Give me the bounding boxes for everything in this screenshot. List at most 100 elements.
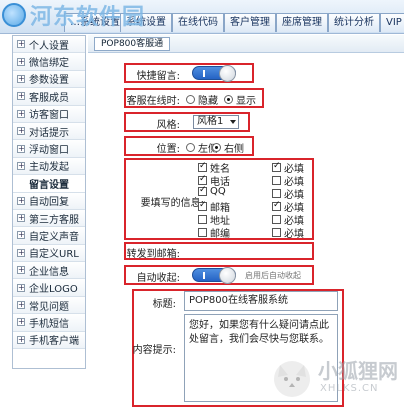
field-qq[interactable]: QQ xyxy=(198,185,226,198)
tab-online-code[interactable]: 在线代码 xyxy=(172,13,224,32)
sidebar-item-personal[interactable]: + 个人设置 xyxy=(13,36,85,54)
tab-customer-management[interactable]: 客户管理 xyxy=(224,13,276,32)
sidebar-item-message-settings[interactable]: 留言设置 xyxy=(13,175,85,193)
sidebar-item-proactive[interactable]: + 主动发起 xyxy=(13,157,85,176)
watermark: 小狐狸网 XHLKS.CN xyxy=(270,349,400,409)
required-zip-checkbox[interactable] xyxy=(272,228,281,237)
option-right[interactable]: 右侧 xyxy=(212,140,244,155)
auto-collapse-label: 自动收起: xyxy=(136,273,180,284)
top-nav-bar: …系统设置 系统设置 在线代码 客户管理 座席管理 统计分析 VIP 河东软件园 xyxy=(0,0,404,34)
tab-seat-management[interactable]: 座席管理 xyxy=(276,13,328,32)
field-zip[interactable]: 邮编 xyxy=(198,225,230,240)
toggle-knob xyxy=(219,267,236,284)
sidebar-item-label: 客服成员 xyxy=(29,92,69,104)
required-phone-checkbox[interactable] xyxy=(272,176,281,185)
quick-message-toggle[interactable] xyxy=(192,65,236,82)
sidebar-item-label: 微信绑定 xyxy=(29,58,69,70)
expand-icon[interactable]: + xyxy=(17,318,25,327)
title-input[interactable]: POP800在线客服系统 xyxy=(184,291,338,311)
forward-email-label: 转发到邮箱: xyxy=(126,249,180,260)
sidebar-item-label: 留言设置 xyxy=(29,179,69,191)
sidebar-item-params[interactable]: + 参数设置 xyxy=(13,70,85,89)
toggle-knob xyxy=(219,65,236,82)
sidebar-item-faq[interactable]: + 常见问题 xyxy=(13,296,85,315)
sidebar-item-chat-prompt[interactable]: + 对话提示 xyxy=(13,122,85,141)
sidebar-item-company-info[interactable]: + 企业信息 xyxy=(13,262,85,280)
sidebar-item-visitor-window[interactable]: + 访客窗口 xyxy=(13,105,85,123)
sidebar-item-sms[interactable]: + 手机短信 xyxy=(13,314,85,332)
sidebar-item-mobile-client[interactable]: + 手机客户端 xyxy=(13,331,85,350)
toggle-on-mark xyxy=(203,70,205,77)
expand-icon[interactable]: + xyxy=(17,92,25,101)
sidebar-item-label: 常见问题 xyxy=(29,301,69,313)
option-show[interactable]: 显示 xyxy=(224,92,256,107)
expand-icon[interactable]: + xyxy=(17,40,25,49)
expand-icon[interactable]: + xyxy=(17,248,25,257)
field-qq-checkbox[interactable] xyxy=(198,185,207,196)
expand-icon[interactable]: + xyxy=(17,144,25,153)
tab-vip[interactable]: VIP xyxy=(380,13,404,32)
required-address-checkbox[interactable] xyxy=(272,215,281,224)
field-phone-checkbox[interactable] xyxy=(198,174,207,185)
expand-icon[interactable]: + xyxy=(17,301,25,310)
required-qq-checkbox[interactable] xyxy=(272,189,281,198)
sidebar-item-label: 个人设置 xyxy=(29,40,69,52)
radio-hide[interactable] xyxy=(186,95,195,104)
quick-message-label: 快捷留言: xyxy=(136,71,180,82)
expand-icon[interactable]: + xyxy=(17,196,25,205)
field-name-checkbox[interactable] xyxy=(198,161,207,172)
style-select-value: 风格1 xyxy=(197,116,224,127)
radio-left[interactable] xyxy=(186,143,195,152)
logo-icon xyxy=(2,3,26,27)
sidebar-item-label: 手机客户端 xyxy=(29,336,79,348)
sidebar-item-label: 企业信息 xyxy=(29,266,69,278)
auto-collapse-hint: 启用后自动收起 xyxy=(245,271,301,280)
expand-icon[interactable]: + xyxy=(17,283,25,292)
expand-icon[interactable]: + xyxy=(17,266,25,275)
breadcrumb[interactable]: POP800客服通 xyxy=(94,37,171,51)
watermark-text: 小狐狸网 xyxy=(318,359,398,383)
watermark-url: XHLKS.CN xyxy=(320,383,379,394)
settings-sidebar: + 个人设置 + 微信绑定 + 参数设置 + 客服成员 + 访客窗口 + 对话提示 + 浮动窗… xyxy=(12,35,86,369)
expand-icon[interactable]: + xyxy=(17,231,25,240)
sidebar-item-label: 浮动窗口 xyxy=(29,145,69,157)
style-select[interactable]: 风格1 xyxy=(193,115,239,129)
site-logo: 河东软件园 xyxy=(2,0,145,30)
style-label: 风格: xyxy=(156,120,180,131)
sidebar-item-agents[interactable]: + 客服成员 xyxy=(13,88,85,106)
content-label: 内容提示: xyxy=(132,345,176,356)
expand-icon[interactable]: + xyxy=(17,74,25,83)
sidebar-item-custom-url[interactable]: + 自定义URL xyxy=(13,244,85,263)
option-hide[interactable]: 隐藏 xyxy=(186,92,218,107)
sidebar-item-wechat[interactable]: + 微信绑定 xyxy=(13,53,85,71)
chevron-down-icon xyxy=(230,120,236,124)
sidebar-item-label: 主动发起 xyxy=(29,162,69,174)
expand-icon[interactable]: + xyxy=(17,109,25,118)
required-name-checkbox[interactable] xyxy=(272,161,281,172)
expand-icon[interactable]: + xyxy=(17,214,25,223)
radio-right[interactable] xyxy=(212,143,221,152)
position-label: 位置: xyxy=(156,144,180,155)
field-zip-checkbox[interactable] xyxy=(198,228,207,237)
field-address-checkbox[interactable] xyxy=(198,215,207,224)
sidebar-item-custom-sound[interactable]: + 自定义声音 xyxy=(13,227,85,245)
sub-header: POP800客服通 xyxy=(88,35,404,53)
option-show-label: 显示 xyxy=(236,96,256,107)
tab-statistics[interactable]: 统计分析 xyxy=(328,13,380,32)
sidebar-item-label: 手机短信 xyxy=(29,318,69,330)
sidebar-item-third-party[interactable]: + 第三方客服 xyxy=(13,209,85,228)
expand-icon[interactable]: + xyxy=(17,161,25,170)
sidebar-item-float-window[interactable]: + 浮动窗口 xyxy=(13,140,85,158)
field-email-checkbox[interactable] xyxy=(198,200,207,211)
sidebar-item-auto-reply[interactable]: + 自动回复 xyxy=(13,192,85,210)
expand-icon[interactable]: + xyxy=(17,57,25,66)
radio-show[interactable] xyxy=(224,95,233,104)
sidebar-item-label: 访客窗口 xyxy=(29,110,69,122)
required-zip[interactable]: 必填 xyxy=(272,225,304,240)
required-email-checkbox[interactable] xyxy=(272,200,281,211)
auto-collapse-toggle[interactable] xyxy=(192,267,236,284)
expand-icon[interactable]: + xyxy=(17,335,25,344)
expand-icon[interactable]: + xyxy=(17,127,25,136)
sidebar-item-company-logo[interactable]: + 企业LOGO xyxy=(13,279,85,297)
sidebar-item-label: 自定义URL xyxy=(29,249,79,261)
